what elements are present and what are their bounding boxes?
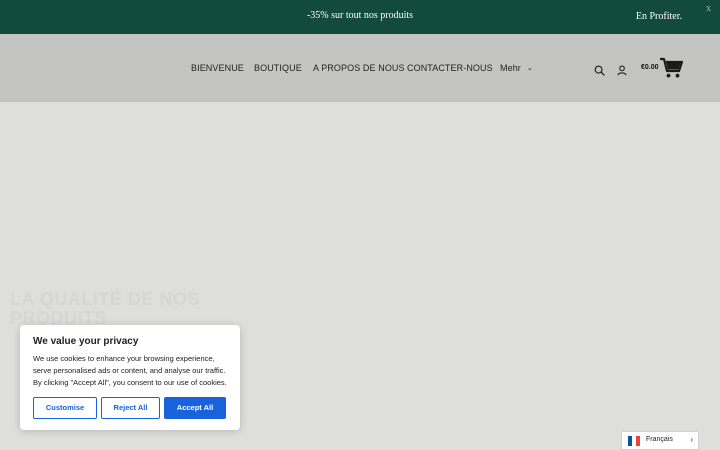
site-header: BIENVENUE BOUTIQUE A PROPOS DE NOUS CONT… xyxy=(0,34,720,102)
nav-item-boutique[interactable]: BOUTIQUE xyxy=(254,63,302,73)
cookie-title: We value your privacy xyxy=(33,336,139,347)
chevron-down-icon: ⌄ xyxy=(526,65,533,72)
nav-item-mehr[interactable]: Mehr ⌄ xyxy=(500,63,533,73)
nav-item-a-propos[interactable]: A PROPOS DE NOUS xyxy=(313,63,405,73)
cookie-description: We use cookies to enhance your browsing … xyxy=(33,354,227,387)
search-icon[interactable] xyxy=(594,63,605,81)
promo-cta-link[interactable]: En Profiter. xyxy=(636,11,682,22)
cart-total[interactable]: €0.00 xyxy=(641,64,659,71)
promo-bar: -35% sur tout nos produits En Profiter. … xyxy=(0,0,720,34)
chevron-right-icon: › xyxy=(690,435,693,444)
accept-all-button[interactable]: Accept All xyxy=(164,397,226,419)
cookie-consent-banner: We value your privacy We use cookies to … xyxy=(20,325,240,430)
hero-heading: LA QUALITÉ DE NOS PRODUITS xyxy=(10,289,200,328)
promo-text: -35% sur tout nos produits xyxy=(306,10,414,21)
reject-all-button[interactable]: Reject All xyxy=(101,397,160,419)
customise-button[interactable]: Customise xyxy=(33,397,97,419)
promo-close-icon[interactable]: x xyxy=(706,3,711,14)
user-icon[interactable] xyxy=(617,63,627,81)
nav-item-bienvenue[interactable]: BIENVENUE xyxy=(191,63,244,73)
language-label: Français xyxy=(646,436,673,443)
nav-item-mehr-label: Mehr xyxy=(500,63,521,73)
nav-item-contacter[interactable]: CONTACTER-NOUS xyxy=(407,63,493,73)
language-switcher[interactable]: Français › xyxy=(621,431,699,450)
flag-france-icon xyxy=(628,436,640,446)
cart-icon[interactable] xyxy=(659,57,684,84)
